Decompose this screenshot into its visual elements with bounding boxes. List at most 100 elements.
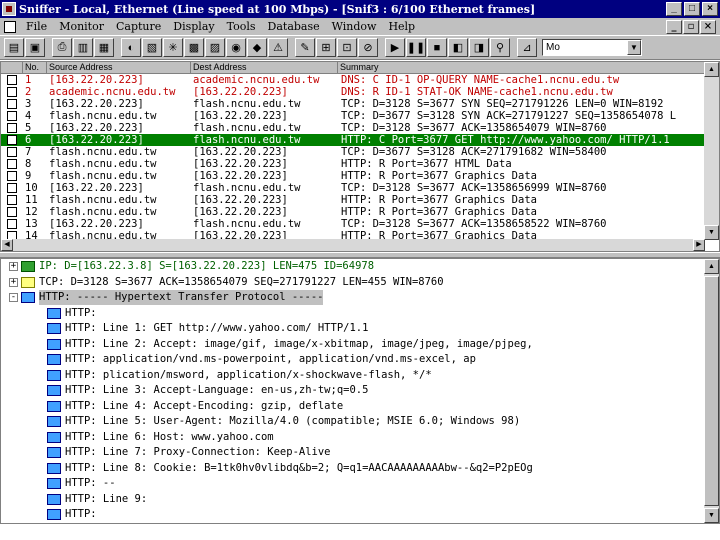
history-icon[interactable]: ▨ <box>205 38 225 57</box>
detail-line[interactable]: HTTP: <box>1 507 705 523</box>
define-filter-icon[interactable]: ⊡ <box>337 38 357 57</box>
col-no-header[interactable]: No. <box>23 62 47 74</box>
protocol-distribution-icon[interactable]: ◉ <box>226 38 246 57</box>
detail-line[interactable]: - HTTP: ----- Hypertext Transfer Protocol… <box>1 290 705 306</box>
reset-icon[interactable]: ⊘ <box>358 38 378 57</box>
menu-monitor[interactable]: Monitor <box>53 20 110 33</box>
menu-window[interactable]: Window <box>326 20 383 33</box>
collapse-icon[interactable]: - <box>9 293 18 302</box>
matrix-icon[interactable]: ✳ <box>163 38 183 57</box>
open-icon[interactable]: ▤ <box>4 38 24 57</box>
maximize-button[interactable]: □ <box>684 2 700 16</box>
expand-icon[interactable]: + <box>9 262 18 271</box>
close-button[interactable]: × <box>702 2 718 16</box>
detail-line[interactable]: HTTP: Line 1: GET http://www.yahoo.com/ … <box>1 321 705 337</box>
host-table-icon[interactable]: ▧ <box>142 38 162 57</box>
detail-vertical-scrollbar[interactable]: ▲ ▼ <box>704 259 719 523</box>
detail-line[interactable]: + IP: D=[163.22.3.8] S=[163.22.20.223] LE… <box>1 259 705 275</box>
col-source-header[interactable]: Source Address <box>47 62 191 74</box>
detail-line[interactable]: HTTP: Line 5: User-Agent: Mozilla/4.0 (c… <box>1 414 705 430</box>
print-preview-icon[interactable]: ▥ <box>73 38 93 57</box>
row-checkbox[interactable] <box>7 207 17 217</box>
table-row[interactable]: 2 academic.ncnu.edu.tw [163.22.20.223] DNS:… <box>1 86 705 98</box>
sniffer-app-icon[interactable] <box>2 2 16 16</box>
display-capture-icon[interactable]: ◨ <box>469 38 489 57</box>
row-checkbox[interactable] <box>7 195 17 205</box>
row-checkbox[interactable] <box>7 171 17 181</box>
mdi-minimize-button[interactable]: _ <box>666 19 682 34</box>
row-checkbox[interactable] <box>7 123 17 133</box>
detail-line[interactable]: HTTP: Line 9: <box>1 492 705 508</box>
menu-tools[interactable]: Tools <box>221 20 262 33</box>
row-checkbox[interactable] <box>7 135 17 145</box>
detail-line[interactable]: + TCP: D=3128 S=3677 ACK=1358654079 SEQ=2… <box>1 275 705 291</box>
expert-icon[interactable]: ✎ <box>295 38 315 57</box>
menu-help[interactable]: Help <box>382 20 421 33</box>
expand-icon[interactable]: + <box>9 277 18 287</box>
table-row[interactable]: 5 [163.22.20.223] flash.ncnu.edu.tw TCP: D=… <box>1 122 705 134</box>
dashboard-icon[interactable]: ◐ <box>121 38 141 57</box>
row-checkbox[interactable] <box>7 183 17 193</box>
scroll-down-icon[interactable]: ▼ <box>704 225 719 240</box>
detail-line[interactable]: HTTP: plication/msword, application/x-sh… <box>1 368 705 384</box>
capture-filter-icon[interactable]: ⊿ <box>517 38 537 57</box>
detail-line[interactable]: HTTP: -- <box>1 476 705 492</box>
row-checkbox[interactable] <box>7 147 17 157</box>
scroll-down-icon[interactable]: ▼ <box>704 508 719 523</box>
detail-line[interactable]: HTTP: Line 7: Proxy-Connection: Keep-Ali… <box>1 445 705 461</box>
table-row[interactable]: 6 [163.22.20.223] flash.ncnu.edu.tw HTTP: C… <box>1 134 705 146</box>
table-row[interactable]: 1 [163.22.20.223] academic.ncnu.edu.tw DNS:… <box>1 74 705 86</box>
minimize-button[interactable]: _ <box>666 2 682 16</box>
summary-horizontal-scrollbar[interactable]: ◀ ▶ <box>1 239 705 251</box>
chevron-down-icon[interactable]: ▼ <box>627 40 641 55</box>
detail-line[interactable]: HTTP: Line 8: Cookie: B=1tk0hv0vlibdq&b=… <box>1 461 705 477</box>
scroll-left-icon[interactable]: ◀ <box>1 239 13 251</box>
filter-select[interactable]: Mo ▼ <box>542 39 642 56</box>
detail-line[interactable]: HTTP: Line 6: Host: www.yahoo.com <box>1 430 705 446</box>
row-checkbox[interactable] <box>7 75 17 85</box>
scroll-up-icon[interactable]: ▲ <box>704 259 719 274</box>
table-row[interactable]: 4 flash.ncnu.edu.tw [163.22.20.223] TCP: D=… <box>1 110 705 122</box>
row-checkbox[interactable] <box>7 99 17 109</box>
row-checkbox[interactable] <box>7 87 17 97</box>
menu-file[interactable]: File <box>20 20 53 33</box>
filter-icon[interactable]: ⊞ <box>316 38 336 57</box>
binoculars-icon[interactable]: ⚲ <box>490 38 510 57</box>
detail-line[interactable]: HTTP: <box>1 306 705 322</box>
application-response-icon[interactable]: ▩ <box>184 38 204 57</box>
table-row[interactable]: 7 flash.ncnu.edu.tw [163.22.20.223] TCP: D=… <box>1 146 705 158</box>
menu-capture[interactable]: Capture <box>110 20 167 33</box>
row-checkbox[interactable] <box>7 219 17 229</box>
print-icon[interactable]: ⎙ <box>52 38 72 57</box>
detail-line[interactable]: HTTP: application/vnd.ms-powerpoint, app… <box>1 352 705 368</box>
col-summary-header[interactable]: Summary <box>338 62 705 74</box>
table-row[interactable]: 12 flash.ncnu.edu.tw [163.22.20.223] HTTP: … <box>1 206 705 218</box>
table-row[interactable]: 8 flash.ncnu.edu.tw [163.22.20.223] HTTP: R… <box>1 158 705 170</box>
detail-line[interactable]: HTTP: Line 3: Accept-Language: en-us,zh-… <box>1 383 705 399</box>
summary-vertical-scrollbar[interactable]: ▲ ▼ <box>704 62 719 240</box>
mdi-restore-button[interactable]: ▫ <box>683 19 699 34</box>
table-row[interactable]: 10 [163.22.20.223] flash.ncnu.edu.tw TCP: D… <box>1 182 705 194</box>
stop-capture-icon[interactable]: ■ <box>427 38 447 57</box>
detail-scroll-thumb[interactable] <box>704 276 719 506</box>
row-checkbox[interactable] <box>7 159 17 169</box>
setup-icon[interactable]: ▦ <box>94 38 114 57</box>
table-row[interactable]: 13 [163.22.20.223] flash.ncnu.edu.tw TCP: D… <box>1 218 705 230</box>
global-statistics-icon[interactable]: ◆ <box>247 38 267 57</box>
scroll-right-icon[interactable]: ▶ <box>693 239 705 251</box>
scroll-up-icon[interactable]: ▲ <box>704 62 719 77</box>
table-row[interactable]: 3 [163.22.20.223] flash.ncnu.edu.tw TCP: D=… <box>1 98 705 110</box>
col-dest-header[interactable]: Dest Address <box>191 62 338 74</box>
detail-line[interactable]: HTTP: Line 2: Accept: image/gif, image/x… <box>1 337 705 353</box>
row-checkbox[interactable] <box>7 111 17 121</box>
document-icon[interactable] <box>4 20 16 33</box>
menu-display[interactable]: Display <box>167 20 220 33</box>
stop-and-display-icon[interactable]: ◧ <box>448 38 468 57</box>
menu-database[interactable]: Database <box>262 20 326 33</box>
table-row[interactable]: 9 flash.ncnu.edu.tw [163.22.20.223] HTTP: R… <box>1 170 705 182</box>
pause-capture-icon[interactable]: ❚❚ <box>406 38 426 57</box>
alarm-log-icon[interactable]: ⚠ <box>268 38 288 57</box>
start-capture-icon[interactable]: ▶ <box>385 38 405 57</box>
mdi-close-button[interactable]: × <box>700 19 716 34</box>
detail-line[interactable]: HTTP: Line 4: Accept-Encoding: gzip, def… <box>1 399 705 415</box>
